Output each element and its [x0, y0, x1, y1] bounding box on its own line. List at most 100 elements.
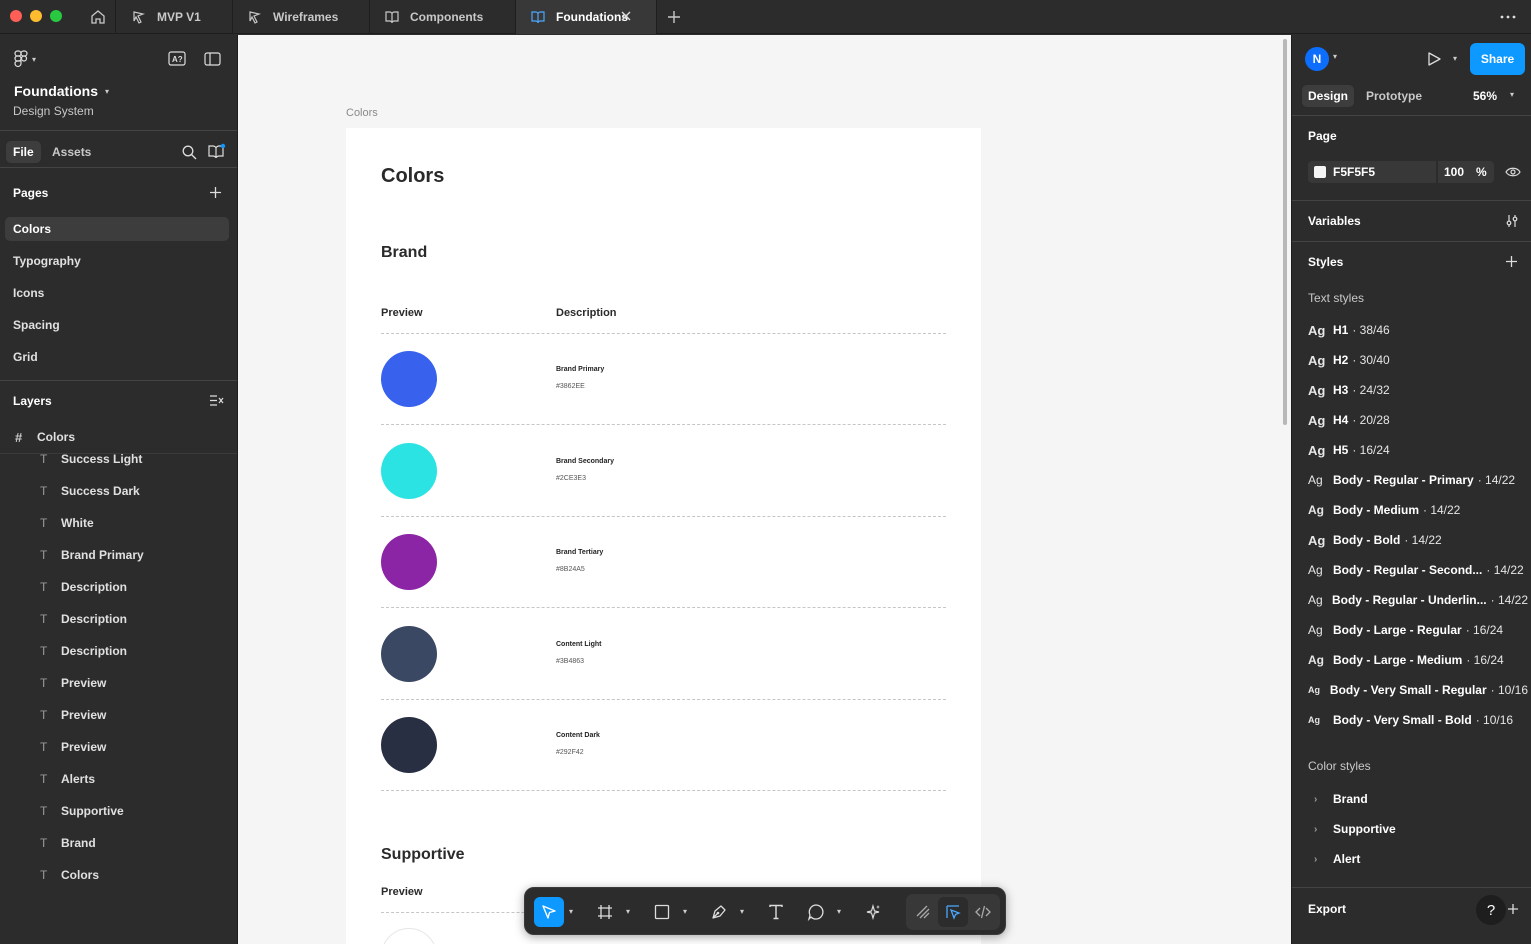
frame-label[interactable]: Colors	[346, 107, 378, 119]
text-style-item[interactable]: Ag Body - Very Small - Regular · 10/16	[1308, 680, 1528, 700]
main-menu-button[interactable]: ▾	[14, 50, 36, 68]
chevron-down-icon[interactable]: ▾	[1333, 52, 1337, 61]
page-opacity-input[interactable]: 100 %	[1438, 161, 1494, 183]
tab-prototype[interactable]: Prototype	[1360, 85, 1428, 107]
tab-mvp-v1[interactable]: MVP V1	[117, 0, 233, 34]
home-button[interactable]	[80, 0, 116, 34]
avatar[interactable]: N	[1305, 47, 1329, 71]
variables-settings-icon[interactable]	[1505, 214, 1519, 228]
text-style-item[interactable]: Ag Body - Medium · 14/22	[1308, 500, 1528, 520]
chevron-down-icon[interactable]: ▾	[837, 907, 841, 916]
eye-icon[interactable]	[1505, 165, 1521, 179]
text-style-item[interactable]: Ag Body - Regular - Primary · 14/22	[1308, 470, 1528, 490]
window-close-button[interactable]	[10, 10, 22, 22]
more-options-icon[interactable]	[1499, 8, 1517, 26]
page-item-typography[interactable]: Typography	[5, 249, 229, 273]
color-swatch[interactable]	[381, 534, 437, 590]
page-fill-input[interactable]: F5F5F5	[1308, 161, 1436, 183]
layer-item[interactable]: T Description	[0, 639, 237, 663]
zoom-level[interactable]: 56%	[1467, 85, 1503, 107]
close-icon[interactable]	[620, 10, 632, 22]
layer-item[interactable]: T White	[0, 511, 237, 535]
share-button[interactable]: Share	[1470, 43, 1525, 75]
tab-foundations[interactable]: Foundations	[516, 0, 657, 34]
window-minimize-button[interactable]	[30, 10, 42, 22]
tab-wireframes[interactable]: Wireframes	[233, 0, 370, 34]
layer-frame-colors[interactable]: # Colors	[0, 425, 237, 449]
comment-tool-button[interactable]	[801, 897, 831, 927]
text-style-item[interactable]: Ag Body - Large - Regular · 16/24	[1308, 620, 1528, 640]
tab-assets[interactable]: Assets	[45, 141, 98, 163]
text-style-item[interactable]: Ag Body - Regular - Underlin... · 14/22	[1308, 590, 1528, 610]
layer-item[interactable]: T Brand	[0, 831, 237, 855]
dev-mode-button[interactable]	[968, 897, 998, 927]
text-style-item[interactable]: Ag H2 · 30/40	[1308, 350, 1528, 370]
text-style-item[interactable]: Ag Body - Very Small - Bold · 10/16	[1308, 710, 1528, 730]
draw-mode-button[interactable]	[908, 897, 938, 927]
colors-frame[interactable]: Colors Brand Preview Description Brand P…	[346, 128, 981, 944]
page-item-spacing[interactable]: Spacing	[5, 313, 229, 337]
page-item-colors[interactable]: Colors	[5, 217, 229, 241]
chevron-down-icon[interactable]: ▾	[683, 907, 687, 916]
text-style-item[interactable]: Ag H4 · 20/28	[1308, 410, 1528, 430]
play-icon[interactable]	[1426, 51, 1442, 67]
layer-item[interactable]: T Description	[0, 607, 237, 631]
sidebar-toggle-icon[interactable]	[204, 52, 221, 66]
layer-item[interactable]: T Success Light	[0, 447, 237, 471]
color-style-group[interactable]: › Brand	[1314, 792, 1368, 806]
color-swatch[interactable]	[381, 351, 437, 407]
chevron-down-icon[interactable]: ▾	[105, 87, 109, 96]
export-title[interactable]: Export	[1308, 902, 1346, 916]
page-item-icons[interactable]: Icons	[5, 281, 229, 305]
design-mode-button[interactable]	[938, 897, 968, 927]
ai-actions-icon[interactable]: A?	[168, 51, 186, 67]
color-swatch[interactable]	[381, 717, 437, 773]
layer-item[interactable]: T Alerts	[0, 767, 237, 791]
text-tool-button[interactable]	[761, 897, 791, 927]
text-style-item[interactable]: Ag H5 · 16/24	[1308, 440, 1528, 460]
frame-tool-button[interactable]	[590, 897, 620, 927]
add-style-plus-icon[interactable]	[1505, 255, 1518, 268]
chevron-down-icon[interactable]: ▾	[569, 907, 573, 916]
layer-item[interactable]: T Preview	[0, 735, 237, 759]
variables-title[interactable]: Variables	[1308, 214, 1361, 228]
chevron-down-icon[interactable]: ▾	[740, 907, 744, 916]
chevron-down-icon[interactable]: ▾	[1453, 54, 1457, 63]
chevron-down-icon[interactable]: ▾	[1510, 90, 1514, 99]
chevron-down-icon[interactable]: ▾	[626, 907, 630, 916]
file-name[interactable]: Foundations	[14, 83, 98, 99]
text-style-item[interactable]: Ag Body - Bold · 14/22	[1308, 530, 1528, 550]
page-item-grid[interactable]: Grid	[5, 345, 229, 369]
actions-tool-button[interactable]	[858, 897, 888, 927]
vertical-scrollbar[interactable]	[1283, 39, 1287, 425]
tab-design[interactable]: Design	[1302, 85, 1355, 107]
layer-item[interactable]: T Preview	[0, 703, 237, 727]
window-maximize-button[interactable]	[50, 10, 62, 22]
layer-item[interactable]: T Description	[0, 575, 237, 599]
new-tab-plus-icon[interactable]	[665, 8, 683, 26]
color-swatch[interactable]	[381, 442, 437, 499]
layer-item[interactable]: T Preview	[0, 671, 237, 695]
add-export-plus-icon[interactable]	[1507, 903, 1519, 915]
rectangle-tool-button[interactable]	[647, 897, 677, 927]
layer-item[interactable]: T Colors	[0, 863, 237, 887]
color-chip[interactable]	[1314, 166, 1326, 178]
color-style-group[interactable]: › Supportive	[1314, 822, 1396, 836]
canvas[interactable]: Colors Colors Brand Preview Description …	[238, 35, 1291, 944]
color-swatch[interactable]	[381, 625, 437, 682]
tab-components[interactable]: Components	[370, 0, 516, 34]
text-style-item[interactable]: Ag Body - Large - Medium · 16/24	[1308, 650, 1528, 670]
pen-tool-button[interactable]	[704, 897, 734, 927]
color-style-group[interactable]: › Alert	[1314, 852, 1360, 866]
layer-item[interactable]: T Supportive	[0, 799, 237, 823]
search-icon[interactable]	[182, 145, 197, 160]
collapse-layers-icon[interactable]	[209, 394, 224, 407]
layer-item[interactable]: T Brand Primary	[0, 543, 237, 567]
layer-item[interactable]: T Success Dark	[0, 479, 237, 503]
add-page-plus-icon[interactable]	[209, 186, 222, 199]
move-tool-button[interactable]	[534, 897, 564, 927]
text-style-item[interactable]: Ag H1 · 38/46	[1308, 320, 1528, 340]
help-button[interactable]: ?	[1476, 895, 1506, 925]
text-style-item[interactable]: Ag Body - Regular - Second... · 14/22	[1308, 560, 1528, 580]
tab-file[interactable]: File	[6, 141, 41, 163]
